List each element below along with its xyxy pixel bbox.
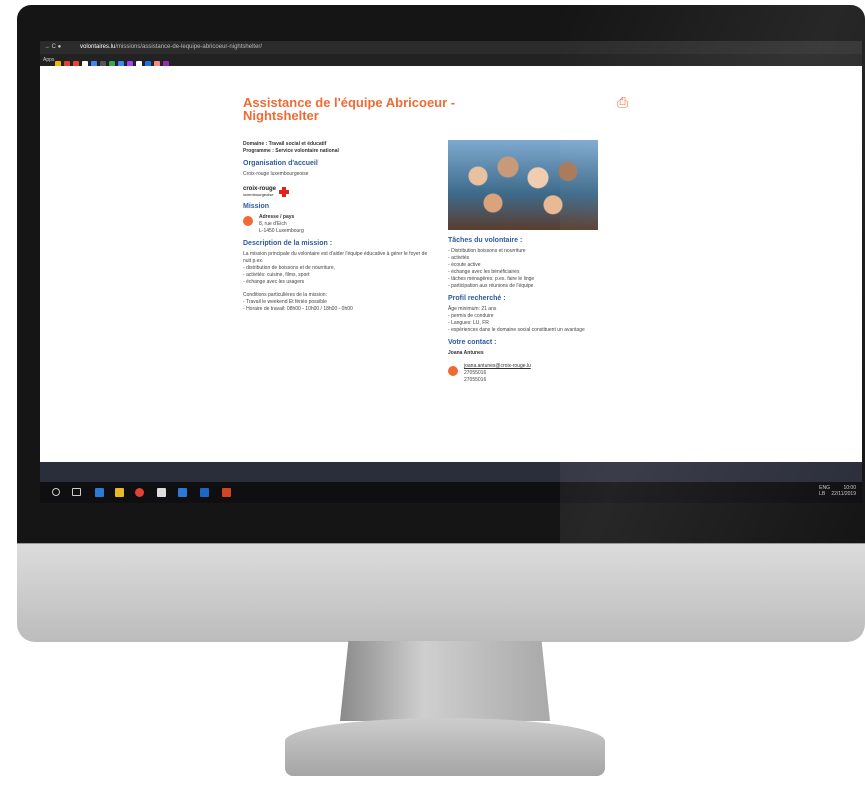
taskbar-app-icon[interactable]: [178, 488, 187, 497]
profil-list: permis de conduire Langues: LU, FR expér…: [448, 313, 618, 334]
list-item: Horaire de travail: 08h00 - 10h00 / 18h0…: [243, 306, 433, 313]
list-item: permis de conduire: [448, 313, 618, 320]
powerpoint-icon[interactable]: [222, 488, 231, 497]
taches-list: Distribution boissons et nourriture acti…: [448, 248, 618, 290]
page-footer-strip: [40, 462, 862, 482]
list-item: participation aux réunions de l'équipe: [448, 283, 618, 290]
list-item: échange avec les bénéficiaires: [448, 269, 618, 276]
taskbar-app-icon[interactable]: [115, 488, 124, 497]
list-item: Langues: LU, FR: [448, 320, 618, 327]
profil-age: Âge minimum: 21 ans: [448, 306, 497, 312]
apps-label[interactable]: Apps: [43, 54, 54, 63]
red-cross-icon: [279, 187, 290, 197]
monitor-stand-neck: [340, 641, 550, 721]
list-item: activités: cuisine, films, sport: [243, 272, 433, 279]
conditions-title: Conditions particulières de la mission:: [243, 292, 327, 298]
org-heading: Organisation d'accueil: [243, 160, 318, 167]
taches-heading: Tâches du volontaire :: [448, 237, 523, 244]
profil-heading: Profil recherché :: [448, 295, 506, 302]
contact-block: joana.antunes@croix-rouge.lu 27055016 27…: [448, 363, 618, 384]
task-view-icon[interactable]: [72, 488, 81, 496]
right-column: Tâches du volontaire : Distribution bois…: [448, 140, 618, 384]
programme-value: Service volontaire national: [275, 148, 339, 154]
language-indicator[interactable]: ENG LB: [819, 485, 830, 497]
list-item: activités: [448, 255, 618, 262]
mission-photo: [448, 140, 598, 230]
address-block: Adresse / pays 8, rue d'Eich L-1450 Luxe…: [243, 214, 433, 235]
contact-heading: Votre contact :: [448, 339, 497, 346]
conditions-list: Travail le weekend Et fériés possible Ho…: [243, 299, 433, 313]
list-item: expériences dans le domaine social const…: [448, 327, 618, 334]
list-item: tâches ménagères: p.ex. faire le linge: [448, 276, 618, 283]
programme-label: Programme :: [243, 148, 274, 154]
description-heading: Description de la mission :: [243, 240, 333, 247]
printer-icon[interactable]: ⎙: [617, 95, 631, 109]
url-text[interactable]: volontaires.lu/missions/assistance-de-le…: [80, 41, 262, 54]
monitor-stand-foot: [285, 718, 605, 776]
contact-name: Joana Antunes: [448, 350, 484, 356]
left-column: Domaine : Travail social et éducatif Pro…: [243, 141, 433, 313]
list-item: Distribution boissons et nourriture: [448, 248, 618, 255]
contact-phone: 27055016: [464, 377, 487, 383]
location-pin-icon: [243, 216, 253, 226]
address-label: Adresse / pays: [259, 214, 295, 220]
taskbar-app-icon[interactable]: [95, 488, 104, 497]
list-item: échange avec les usagers: [243, 279, 433, 286]
domaine-label: Domaine :: [243, 141, 268, 147]
list-item: distribution de boissons et de nourritur…: [243, 265, 433, 272]
address-line2: L-1450 Luxembourg: [259, 228, 304, 234]
chrome-icon[interactable]: [135, 488, 144, 497]
list-item: écoute active: [448, 262, 618, 269]
web-page: Assistance de l'équipe Abricoeur - Night…: [40, 66, 862, 462]
clock[interactable]: 10:00 22/11/2019: [831, 485, 856, 497]
mission-heading: Mission: [243, 203, 270, 210]
monitor-chin: [17, 543, 865, 642]
contact-phone: 27055016: [464, 370, 487, 376]
address-line1: 8, rue d'Eich: [259, 221, 287, 227]
bookmarks-bar: Apps: [40, 54, 862, 67]
page-title: Assistance de l'équipe Abricoeur - Night…: [243, 95, 456, 123]
list-item: Travail le weekend Et fériés possible: [243, 299, 433, 306]
taskbar-app-icon[interactable]: [157, 488, 166, 497]
mail-icon: [448, 366, 458, 376]
address-bar[interactable]: → C ● volontaires.lu/missions/assistance…: [40, 41, 862, 54]
nav-arrows-icon[interactable]: → C ●: [44, 41, 61, 54]
description-list: distribution de boissons et de nourritur…: [243, 265, 433, 286]
taskbar: ENG LB 10:00 22/11/2019: [40, 482, 862, 503]
search-icon[interactable]: [52, 488, 60, 496]
contact-email-link[interactable]: joana.antunes@croix-rouge.lu: [464, 363, 531, 370]
screen: → C ● volontaires.lu/missions/assistance…: [40, 41, 862, 503]
logo-subtext: luxembourgeoise: [243, 192, 274, 197]
outlook-icon[interactable]: [200, 488, 209, 497]
org-name: Croix-rouge luxembourgeoise: [243, 171, 309, 177]
org-logo[interactable]: croix-rouge luxembourgeoise: [243, 186, 433, 198]
domaine-value: Travail social et éducatif: [268, 141, 327, 147]
description-text: La mission principale du volontaire est …: [243, 251, 428, 264]
